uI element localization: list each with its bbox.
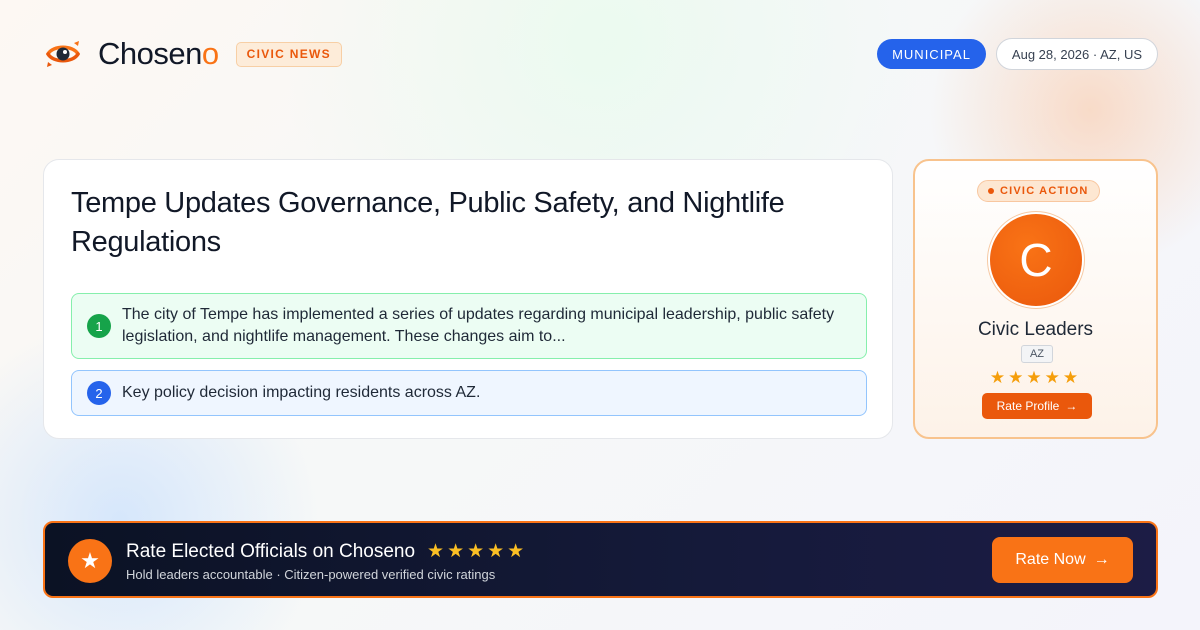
key-point-2: 2 Key policy decision impacting resident… bbox=[71, 370, 867, 416]
banner-subtitle: Hold leaders accountable · Citizen-power… bbox=[126, 567, 496, 582]
state-badge: AZ bbox=[1021, 345, 1053, 363]
article-headline: Tempe Updates Governance, Public Safety,… bbox=[71, 187, 785, 258]
key-point-1: 1 The city of Tempe has implemented a se… bbox=[71, 293, 867, 359]
brand-name: Choseno bbox=[98, 36, 219, 71]
banner-stars: ★★★★★ bbox=[427, 541, 528, 562]
rate-profile-button[interactable]: Rate Profile → bbox=[982, 393, 1092, 419]
eye-logo-icon bbox=[46, 41, 80, 67]
dot-icon bbox=[988, 188, 994, 194]
category-badge: CIVIC NEWS bbox=[235, 41, 342, 67]
civic-action-card: CIVIC ACTION C Civic Leaders AZ ★★★★★ Ra… bbox=[913, 159, 1158, 439]
rate-now-label: Rate Now bbox=[1015, 551, 1086, 568]
rating-stars: ★★★★★ bbox=[989, 368, 1082, 387]
star-icon: ★ bbox=[68, 539, 112, 583]
leader-name: Civic Leaders bbox=[977, 319, 1094, 340]
brand-accent: o bbox=[201, 36, 219, 71]
point-text-1: The city of Tempe has implemented a seri… bbox=[122, 306, 835, 345]
rate-officials-banner: ★ Rate Elected Officials on Choseno ★★★★… bbox=[43, 521, 1158, 598]
rate-profile-label: Rate Profile bbox=[996, 399, 1060, 413]
civic-action-badge: CIVIC ACTION bbox=[977, 180, 1100, 202]
point-text-2: Key policy decision impacting residents … bbox=[122, 384, 481, 401]
banner-title: Rate Elected Officials on Choseno bbox=[126, 540, 416, 562]
civic-action-label: CIVIC ACTION bbox=[1000, 185, 1089, 197]
banner-title-row: Rate Elected Officials on Choseno ★★★★★ bbox=[126, 540, 527, 563]
avatar-letter: C bbox=[990, 214, 1082, 306]
date-location-pill: Aug 28, 2026 · AZ, US bbox=[995, 38, 1158, 70]
topic-pill[interactable]: MUNICIPAL bbox=[877, 39, 986, 69]
point-number-2: 2 bbox=[87, 381, 111, 405]
avatar[interactable]: C bbox=[987, 211, 1085, 309]
rate-now-button[interactable]: Rate Now → bbox=[992, 537, 1133, 583]
arrow-right-icon: → bbox=[1065, 399, 1078, 413]
header-meta: MUNICIPAL Aug 28, 2026 · AZ, US bbox=[877, 38, 1158, 70]
article-card: Tempe Updates Governance, Public Safety,… bbox=[43, 159, 893, 439]
point-number-1: 1 bbox=[87, 314, 111, 338]
arrow-right-icon: → bbox=[1093, 551, 1110, 568]
brand-logo[interactable]: Choseno CIVIC NEWS bbox=[44, 35, 342, 73]
